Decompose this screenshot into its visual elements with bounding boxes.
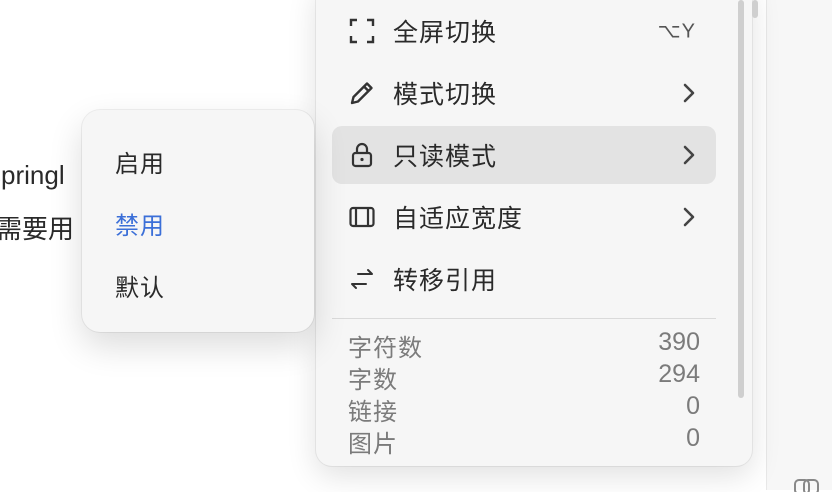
document-text-line-1: springl: [0, 160, 65, 190]
stat-label: 图片: [348, 431, 398, 458]
right-sidebar: [766, 0, 832, 490]
pencil-icon: [348, 79, 376, 107]
fullscreen-icon: [348, 17, 376, 45]
menu-item-label: 转移引用: [393, 267, 498, 295]
chevron-right-icon: [682, 82, 696, 104]
stat-value: 390: [658, 328, 700, 356]
menu-item-label: 自适应宽度: [393, 205, 524, 233]
menu-scrollbar[interactable]: [738, 0, 744, 398]
stat-label: 链接: [348, 399, 398, 426]
document-text-line-2: 需要用: [0, 214, 75, 244]
stat-label: 字数: [348, 367, 398, 394]
submenu-option-default[interactable]: 默认: [115, 268, 165, 303]
stat-label: 字符数: [348, 335, 423, 362]
stat-row-images: 图片 0: [348, 424, 700, 458]
page-scrollbar[interactable]: [752, 0, 758, 18]
menu-item-transfer-references[interactable]: 转移引用: [332, 250, 716, 308]
stat-value: 294: [658, 360, 700, 388]
transfer-arrows-icon: [348, 265, 376, 293]
menu-item-label: 模式切换: [393, 81, 498, 109]
menu-item-label: 全屏切换: [393, 19, 498, 47]
menu-item-fullscreen[interactable]: 全屏切换 ⌥Y: [332, 2, 716, 60]
menu-item-adaptive-width[interactable]: 自适应宽度: [332, 188, 716, 246]
submenu-option-disable[interactable]: 禁用: [115, 206, 165, 241]
shortcut-label: ⌥Y: [657, 20, 696, 43]
lock-icon: [348, 141, 376, 169]
menu-item-label: 只读模式: [393, 143, 498, 171]
stat-row-characters: 字符数 390: [348, 328, 700, 362]
adaptive-width-icon: [348, 203, 376, 231]
stat-row-words: 字数 294: [348, 360, 700, 394]
stat-value: 0: [686, 392, 700, 420]
stat-row-links: 链接 0: [348, 392, 700, 426]
stat-value: 0: [686, 424, 700, 452]
chevron-right-icon: [682, 144, 696, 166]
submenu-option-enable[interactable]: 启用: [115, 144, 165, 179]
menu-item-readonly-mode[interactable]: 只读模式: [332, 126, 716, 184]
menu-divider: [332, 318, 716, 319]
chevron-right-icon: [682, 206, 696, 228]
menu-item-mode-switch[interactable]: 模式切换: [332, 64, 716, 122]
